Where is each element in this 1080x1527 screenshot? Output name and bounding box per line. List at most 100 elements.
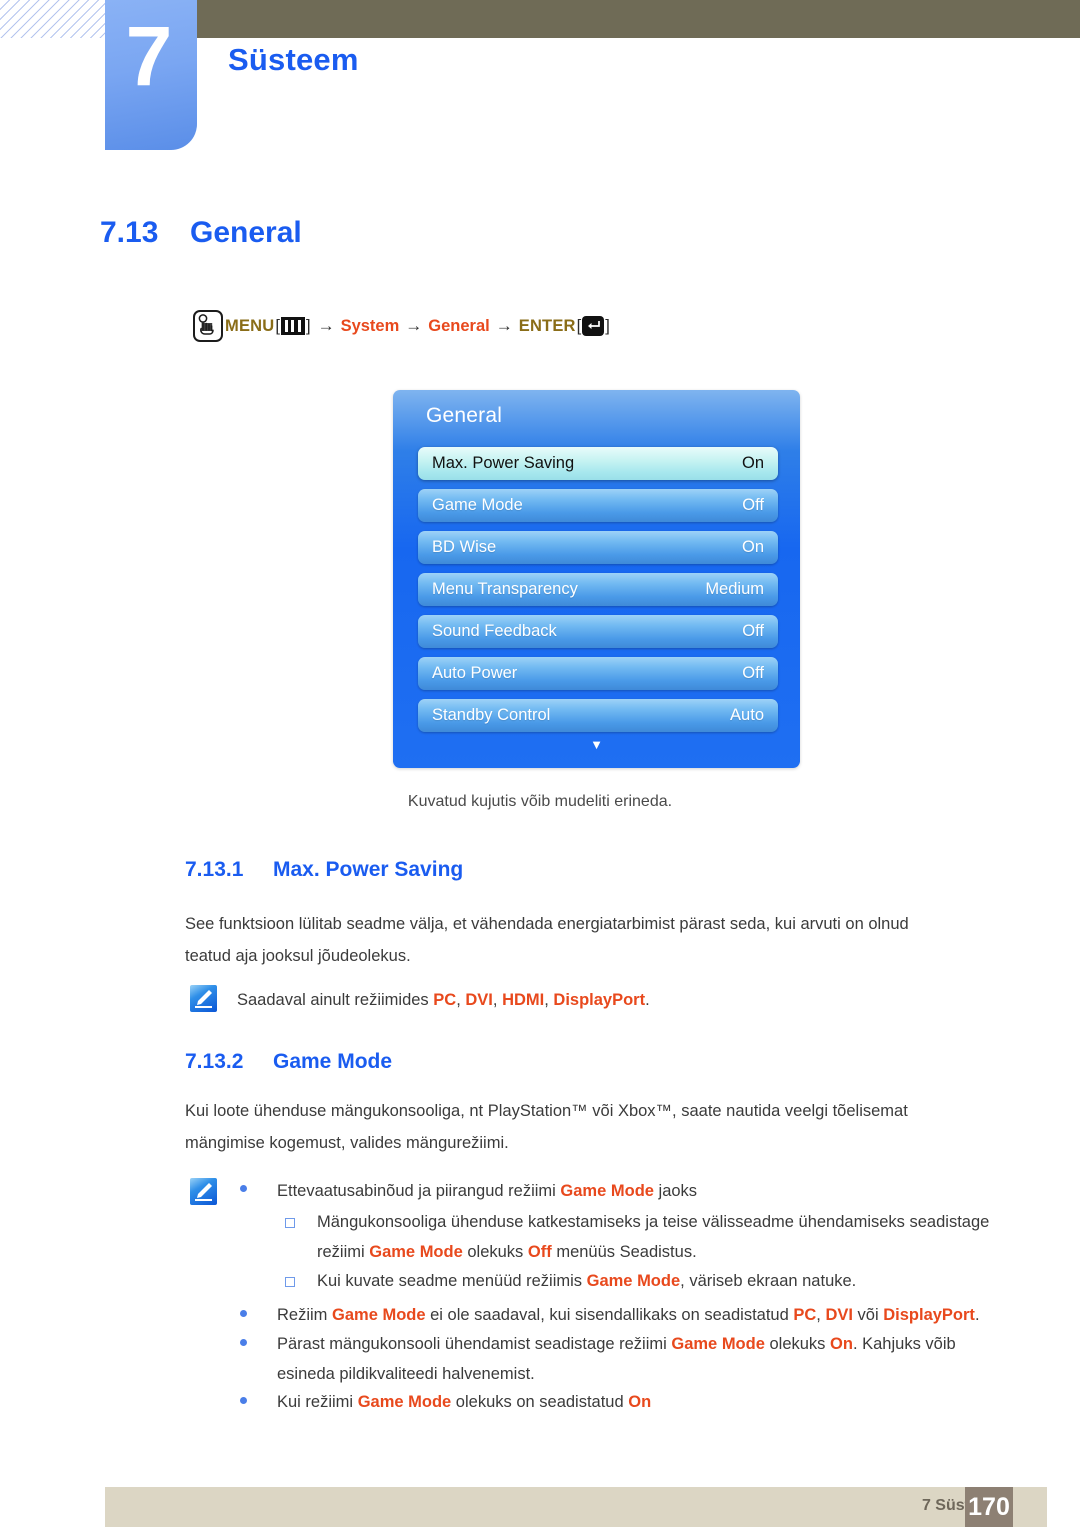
- osd-row[interactable]: Menu Transparency Medium: [418, 573, 778, 606]
- bracket-open-menu: [: [275, 316, 280, 335]
- subsection-2-title: Game Mode: [273, 1050, 393, 1073]
- paragraph-game-mode: Kui loote ühenduse mängukonsooliga, nt P…: [185, 1095, 1005, 1159]
- b1-highlight: Game Mode: [560, 1182, 654, 1200]
- osd-title: General: [426, 404, 503, 427]
- osd-row-label: BD Wise: [432, 538, 497, 556]
- bullet-game-mode-precautions: Ettevaatusabinõud ja piirangud režiimi G…: [277, 1176, 997, 1206]
- b1s1-mid: olekuks: [462, 1243, 528, 1261]
- osd-row-value: Auto: [730, 706, 764, 724]
- sub-bullet-screen-flicker: Kui kuvate seadme menüüd režiimis Game M…: [317, 1266, 1007, 1296]
- osd-row[interactable]: Standby Control Auto: [418, 699, 778, 732]
- osd-row[interactable]: Max. Power Saving On: [418, 447, 778, 480]
- osd-row-label: Game Mode: [432, 496, 523, 514]
- b1s1-post: menüüs Seadistus.: [551, 1243, 697, 1261]
- bracket-close-menu: ]: [305, 316, 311, 335]
- mode-hdmi: HDMI: [502, 991, 545, 1009]
- b2-hl-dvi: DVI: [825, 1306, 853, 1324]
- path-arrow-3: →: [495, 316, 513, 335]
- enter-label: ENTER: [518, 316, 576, 335]
- bracket-open-enter: [: [576, 316, 582, 335]
- osd-row-value: Off: [742, 664, 764, 682]
- b1s1-hl-game-mode: Game Mode: [369, 1243, 463, 1261]
- b2-mid: ei ole saadaval, kui sisendallikaks on s…: [425, 1306, 794, 1324]
- note-prefix: Saadaval ainult režiimides: [237, 991, 434, 1009]
- subsection-2-number: 7.13.2: [185, 1050, 244, 1073]
- b1s2-post: , väriseb ekraan natuke.: [680, 1272, 857, 1290]
- b3-hl-on: On: [830, 1335, 853, 1353]
- paragraph-2-line-2: mängimise kogemust, valides mängurežiimi…: [185, 1134, 509, 1152]
- menu-label: MENU: [225, 316, 275, 335]
- b2-post: .: [974, 1306, 980, 1324]
- osd-row[interactable]: Game Mode Off: [418, 489, 778, 522]
- chevron-down-icon[interactable]: ▼: [393, 738, 800, 751]
- osd-row[interactable]: BD Wise On: [418, 531, 778, 564]
- footer-bar: [105, 1487, 1047, 1527]
- b3-line1-pre: Pärast mängukonsooli ühendamist seadista…: [277, 1335, 672, 1353]
- bullet-marker: [240, 1310, 247, 1317]
- header-olive-bar: [197, 0, 1080, 38]
- bullet-game-mode-unavailable: Režiim Game Mode ei ole saadaval, kui si…: [277, 1300, 1007, 1330]
- note-sep-2: ,: [492, 991, 503, 1009]
- section-heading: 7.13 General: [100, 216, 302, 250]
- mode-displayport: DisplayPort: [553, 991, 646, 1009]
- osd-row-value: Off: [742, 622, 764, 640]
- osd-row-list: Max. Power Saving On Game Mode Off BD Wise On…: [418, 447, 778, 741]
- bullet-marker: [240, 1339, 247, 1346]
- b1s1-line2-pre: režiimi: [317, 1243, 370, 1261]
- b1s1-line1: Mängukonsooliga ühenduse katkestamiseks …: [317, 1213, 990, 1231]
- bullet-marker: [240, 1185, 247, 1192]
- paragraph-2-line-1: Kui loote ühenduse mängukonsooliga, nt P…: [185, 1102, 908, 1120]
- sub-bullet-disconnect-console: Mängukonsooliga ühenduse katkestamiseks …: [317, 1207, 1007, 1267]
- chapter-title: Süsteem: [228, 42, 359, 77]
- osd-row[interactable]: Auto Power Off: [418, 657, 778, 690]
- menu-path-item-system: System: [340, 316, 400, 335]
- b2-hl-pc: PC: [793, 1306, 817, 1324]
- sub-bullet-marker: [285, 1277, 295, 1287]
- b1-post: jaoks: [653, 1182, 698, 1200]
- bullet-when-game-mode-on: Kui režiimi Game Mode olekuks on seadist…: [277, 1387, 1007, 1417]
- subsection-1-number: 7.13.1: [185, 858, 244, 881]
- b3-line1-post: . Kahjuks võib: [852, 1335, 956, 1353]
- enter-return-icon: [582, 316, 605, 336]
- section-number: 7.13: [100, 216, 159, 249]
- b4-hl-game-mode: Game Mode: [357, 1393, 452, 1411]
- touch-hand-icon: [193, 310, 223, 342]
- osd-row-label: Standby Control: [432, 706, 551, 724]
- b4-hl-on: On: [628, 1393, 652, 1411]
- osd-row-label: Max. Power Saving: [432, 454, 575, 472]
- note-sep-1: ,: [456, 991, 466, 1009]
- b2-pre: Režiim: [277, 1306, 333, 1324]
- b1-pre: Ettevaatusabinõud ja piirangud režiimi: [277, 1182, 561, 1200]
- note-pen-icon: [190, 1178, 217, 1205]
- mode-dvi: DVI: [465, 991, 493, 1009]
- b4-mid: olekuks on seadistatud: [451, 1393, 629, 1411]
- chapter-number: 7: [125, 9, 173, 103]
- b2-sep-2: või: [852, 1306, 884, 1324]
- b2-hl-displayport: DisplayPort: [883, 1306, 975, 1324]
- chapter-number-tab: 7: [105, 0, 197, 150]
- bullet-marker: [240, 1397, 247, 1404]
- osd-row-value: On: [741, 538, 764, 556]
- osd-row-value: Off: [742, 496, 764, 514]
- b1s2-pre: Kui kuvate seadme menüüd režiimis: [317, 1272, 587, 1290]
- section-title: General: [190, 216, 302, 249]
- footer-page-number: 170: [965, 1487, 1013, 1527]
- paragraph-1-line-1: See funktsioon lülitab seadme välja, et …: [185, 915, 909, 933]
- b3-mid: olekuks: [764, 1335, 831, 1353]
- path-arrow-1: →: [317, 316, 335, 335]
- b3-line2: esineda pildikvaliteedi halvenemist.: [277, 1365, 535, 1383]
- osd-row[interactable]: Sound Feedback Off: [418, 615, 778, 648]
- note-suffix: .: [645, 991, 650, 1009]
- b3-hl-game-mode: Game Mode: [671, 1335, 765, 1353]
- mode-pc: PC: [433, 991, 457, 1009]
- b1s1-hl-off: Off: [527, 1243, 552, 1261]
- menu-bars-icon: [280, 317, 305, 335]
- b2-hl-game-mode: Game Mode: [332, 1306, 426, 1324]
- paragraph-1-line-2: teatud aja jooksul jõudeolekus.: [185, 947, 411, 965]
- osd-panel: General Max. Power Saving On Game Mode Off B…: [393, 390, 800, 768]
- sub-bullet-marker: [285, 1218, 295, 1228]
- bullet-after-connecting-console: Pärast mängukonsooli ühendamist seadista…: [277, 1329, 1007, 1389]
- b1s2-highlight: Game Mode: [586, 1272, 681, 1290]
- subsection-1-title: Max. Power Saving: [273, 858, 464, 881]
- menu-path-breadcrumb: MENU [ ] → System → General → ENTER [ ]: [193, 310, 611, 342]
